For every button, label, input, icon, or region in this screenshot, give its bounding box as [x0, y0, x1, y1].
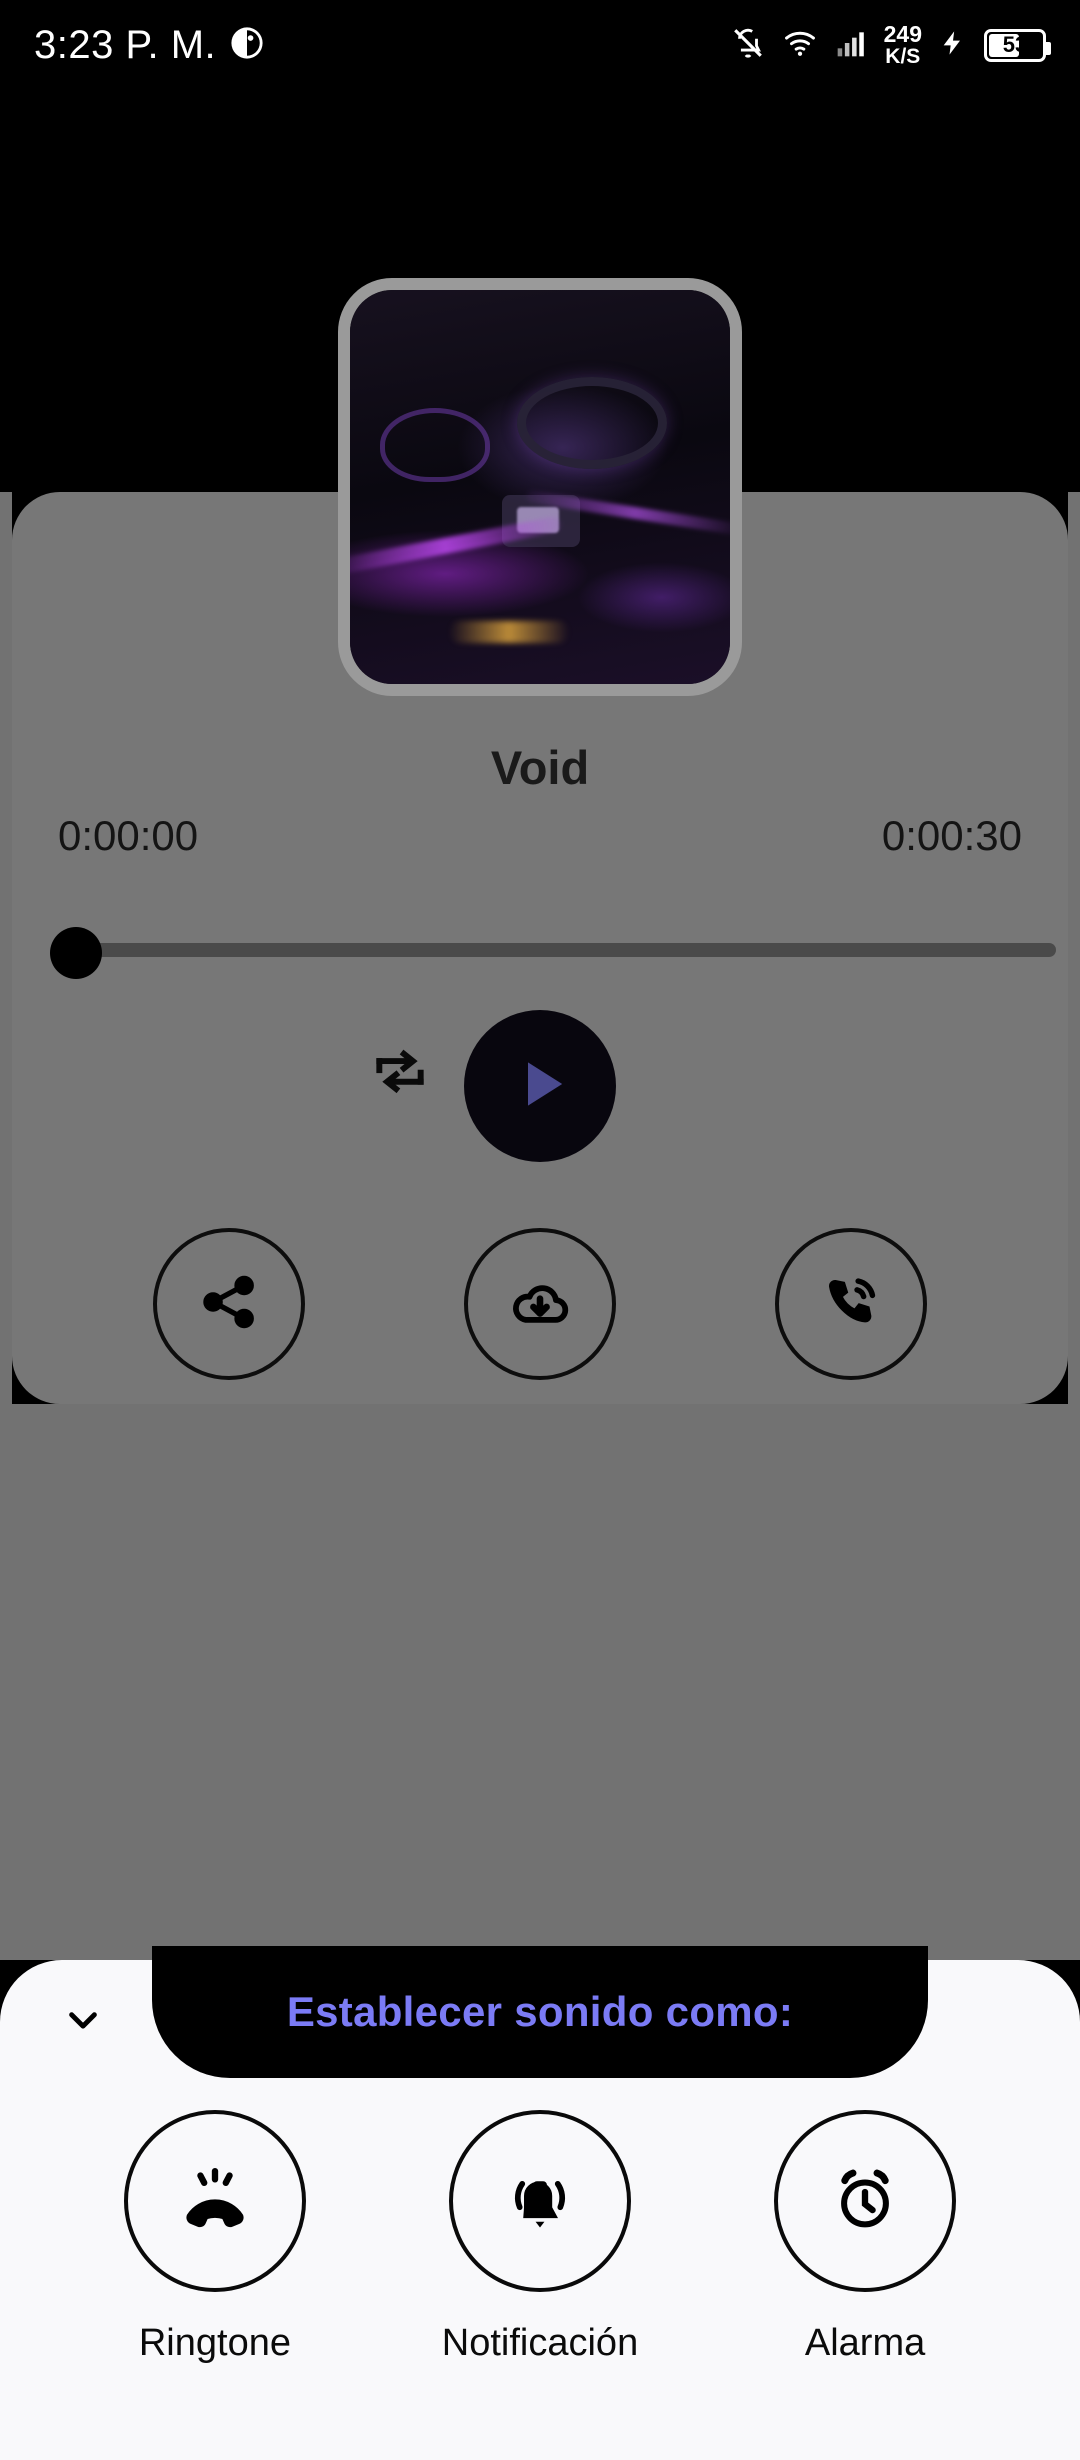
phone-ringing-icon	[177, 2161, 253, 2242]
play-icon	[504, 1048, 576, 1125]
network-speed-unit: K/S	[885, 45, 921, 68]
option-notification[interactable]: Notificación	[442, 2110, 638, 2365]
seek-slider-thumb[interactable]	[50, 927, 102, 979]
wifi-icon	[782, 26, 818, 65]
status-bar-right: 249 K/S 53	[731, 21, 1051, 68]
album-art-image	[350, 290, 730, 684]
set-ringtone-button[interactable]	[774, 1228, 927, 1380]
play-button[interactable]	[464, 1010, 616, 1162]
status-bar-left: 3:23 P. M.	[34, 23, 264, 68]
option-ringtone[interactable]: Ringtone	[123, 2110, 306, 2365]
download-button[interactable]	[463, 1228, 616, 1380]
bottom-sheet-title: Establecer sonido como:	[286, 1988, 794, 2035]
cloud-download-icon	[507, 1269, 573, 1340]
action-buttons-row	[0, 1222, 1080, 1386]
total-time-label: 0:00:30	[881, 812, 1022, 859]
option-ringtone-circle[interactable]	[123, 2110, 306, 2292]
art-warm-glow	[448, 620, 569, 643]
bottom-sheet-title-banner: Establecer sonido como:	[152, 1946, 928, 2078]
repeat-button[interactable]	[364, 1040, 436, 1112]
app-badge-icon	[230, 26, 264, 65]
repeat-icon	[369, 1043, 431, 1110]
scrim-lower	[0, 1404, 1080, 1960]
option-notification-circle[interactable]	[448, 2110, 631, 2292]
elapsed-time-label: 0:00:00	[58, 812, 199, 859]
option-alarm-label: Alarma	[804, 2322, 926, 2364]
status-bar: 3:23 P. M. 249 K/S 53	[0, 0, 1080, 90]
sound-type-options: Ringtone Notificación Alarma	[0, 2110, 1080, 2365]
bell-off-icon	[731, 26, 765, 65]
status-bar-clock: 3:23 P. M.	[34, 22, 217, 67]
network-speed-value: 249	[883, 21, 922, 47]
app-screen: 3:23 P. M. 249 K/S 53 Void 0:00:00 0:00:…	[0, 0, 1080, 2460]
battery-percent-label: 53	[1002, 32, 1028, 57]
cellular-signal-icon	[835, 27, 867, 64]
set-sound-bottom-sheet: Establecer sonido como: Ringtone Notific…	[0, 1946, 1080, 2460]
seek-slider[interactable]	[50, 927, 1056, 979]
option-ringtone-label: Ringtone	[138, 2322, 291, 2364]
art-steering-wheel-shape	[517, 376, 668, 469]
charging-bolt-icon	[939, 26, 967, 65]
alarm-clock-icon	[827, 2161, 903, 2242]
battery-indicator: 53	[984, 28, 1051, 62]
art-dashboard-shape	[380, 408, 491, 483]
time-row: 0:00:00 0:00:30	[0, 812, 1080, 860]
phone-ring-icon	[818, 1269, 884, 1340]
share-button[interactable]	[153, 1228, 306, 1380]
bell-icon	[502, 2161, 578, 2242]
collapse-sheet-button[interactable]	[50, 1994, 116, 2050]
option-notification-label: Notificación	[441, 2322, 639, 2364]
network-speed-indicator: 249 K/S	[883, 21, 922, 68]
share-icon	[196, 1269, 262, 1340]
song-title: Void	[490, 741, 590, 794]
album-art[interactable]	[338, 278, 742, 696]
chevron-down-icon	[57, 1999, 109, 2046]
seek-slider-track[interactable]	[88, 943, 1056, 957]
option-alarm[interactable]: Alarma	[774, 2110, 957, 2365]
bottom-sheet-header: Establecer sonido como:	[0, 1946, 1080, 2090]
option-alarm-circle[interactable]	[774, 2110, 957, 2292]
